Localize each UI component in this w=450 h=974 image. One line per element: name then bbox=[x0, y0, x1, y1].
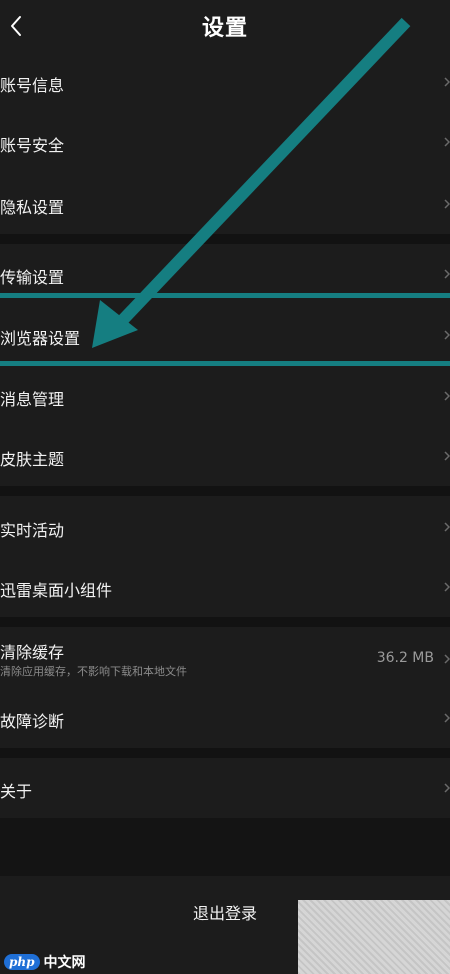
settings-item-messages[interactable]: 消息管理 bbox=[0, 366, 450, 426]
settings-item-label: 隐私设置 bbox=[0, 198, 65, 217]
settings-item-privacy[interactable]: 隐私设置 bbox=[0, 172, 450, 234]
watermark-logo: php 中文网 bbox=[4, 952, 86, 972]
settings-screen: 设置 账号信息 账号安全 隐私设置 传输设置 浏览器设置 消息管理 皮肤主题 实… bbox=[0, 0, 450, 974]
chevron-right-icon bbox=[444, 269, 450, 279]
chevron-right-icon bbox=[444, 451, 450, 461]
settings-item-about[interactable]: 关于 bbox=[0, 758, 450, 818]
settings-item-live-activity[interactable]: 实时活动 bbox=[0, 496, 450, 556]
chevron-right-icon bbox=[444, 522, 450, 532]
cache-size-value: 36.2 MB bbox=[376, 650, 434, 666]
settings-item-account-info[interactable]: 账号信息 bbox=[0, 52, 450, 112]
section-divider bbox=[0, 617, 450, 627]
settings-item-label: 故障诊断 bbox=[0, 712, 65, 731]
chevron-right-icon bbox=[444, 137, 450, 147]
settings-item-label: 消息管理 bbox=[0, 390, 65, 409]
section-divider bbox=[0, 486, 450, 496]
chevron-right-icon bbox=[444, 654, 450, 664]
settings-item-transfer[interactable]: 传输设置 bbox=[0, 244, 450, 294]
settings-item-subtitle: 清除应用缓存，不影响下载和本地文件 bbox=[0, 665, 187, 678]
settings-item-label: 账号安全 bbox=[0, 136, 65, 155]
chevron-right-icon bbox=[444, 199, 450, 209]
watermark-noise bbox=[298, 900, 450, 974]
watermark-text: 中文网 bbox=[43, 955, 86, 971]
watermark-badge: php bbox=[4, 954, 40, 970]
settings-item-desktop-widget[interactable]: 迅雷桌面小组件 bbox=[0, 556, 450, 617]
settings-item-label: 浏览器设置 bbox=[0, 329, 81, 348]
settings-item-label: 清除缓存 bbox=[0, 643, 65, 662]
settings-item-label: 迅雷桌面小组件 bbox=[0, 581, 113, 600]
chevron-right-icon bbox=[444, 582, 450, 592]
settings-item-label: 皮肤主题 bbox=[0, 450, 65, 469]
settings-item-label: 实时活动 bbox=[0, 521, 65, 540]
settings-item-browser[interactable]: 浏览器设置 bbox=[0, 298, 450, 361]
settings-item-account-security[interactable]: 账号安全 bbox=[0, 112, 450, 172]
chevron-right-icon bbox=[444, 330, 450, 340]
header-bar: 设置 bbox=[0, 0, 450, 52]
settings-item-diagnostics[interactable]: 故障诊断 bbox=[0, 687, 450, 748]
settings-item-label: 关于 bbox=[0, 782, 33, 801]
section-divider bbox=[0, 748, 450, 758]
section-divider bbox=[0, 818, 450, 876]
chevron-right-icon bbox=[444, 77, 450, 87]
chevron-right-icon bbox=[444, 713, 450, 723]
section-divider bbox=[0, 234, 450, 244]
page-title: 设置 bbox=[201, 16, 248, 41]
settings-item-clear-cache[interactable]: 清除缓存 清除应用缓存，不影响下载和本地文件 36.2 MB bbox=[0, 627, 450, 687]
chevron-right-icon bbox=[444, 783, 450, 793]
chevron-right-icon bbox=[444, 391, 450, 401]
settings-item-label: 账号信息 bbox=[0, 76, 65, 95]
settings-item-label: 传输设置 bbox=[0, 268, 65, 287]
settings-item-theme[interactable]: 皮肤主题 bbox=[0, 426, 450, 486]
